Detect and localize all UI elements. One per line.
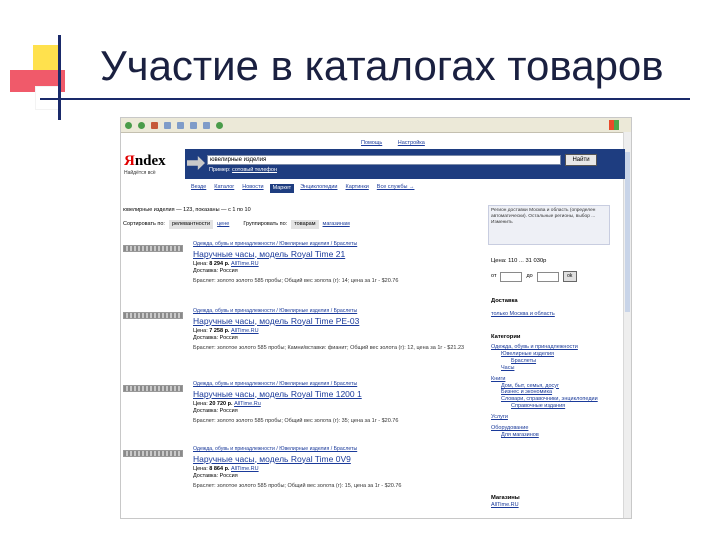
delivery-filter: Доставка только Москва и область [491, 298, 555, 318]
tab-catalog[interactable]: Каталог [212, 184, 236, 193]
shop-link[interactable]: AllTime.RU [231, 328, 259, 334]
decor-vertical-line [58, 35, 61, 120]
product-breadcrumb[interactable]: Одежда, обувь и принадлежности / Ювелирн… [193, 446, 483, 453]
home-icon[interactable] [177, 121, 184, 129]
price-ok-button[interactable]: ok [562, 271, 577, 282]
price-filter-title: Цена: 110 ... 31 030р [491, 258, 547, 264]
example-link[interactable]: сотовый телефон [232, 167, 277, 173]
yandex-logo[interactable]: Яndex [124, 152, 166, 171]
product-thumbnail[interactable] [123, 245, 183, 252]
shop-filter-link[interactable]: AllTime.RU [491, 502, 520, 509]
product-delivery: Доставка: Россия [193, 268, 238, 274]
category-link[interactable]: Бизнес и экономика [491, 389, 598, 396]
product-thumbnail[interactable] [123, 385, 183, 392]
top-links: Помощь Настройка [361, 140, 439, 147]
shop-link[interactable]: AllTime.RU [231, 466, 259, 472]
category-link[interactable]: Браслеты [491, 358, 598, 365]
categories: Категории Одежда, обувь и принадлежности… [491, 334, 598, 439]
price-filter: от до ok [491, 271, 577, 282]
tab-encyclopedias[interactable]: Энциклопедии [298, 184, 339, 193]
product-breadcrumb[interactable]: Одежда, обувь и принадлежности / Ювелирн… [193, 381, 483, 388]
scrollbar[interactable] [623, 132, 631, 518]
stop-icon[interactable] [151, 121, 158, 129]
slide-title: Участие в каталогах товаров [100, 42, 664, 89]
sort-price[interactable]: цене [217, 221, 229, 228]
product-breadcrumb[interactable]: Одежда, обувь и принадлежности / Ювелирн… [193, 241, 483, 248]
forward-icon[interactable] [138, 121, 145, 129]
tab-news[interactable]: Новости [240, 184, 265, 193]
refresh-icon[interactable] [164, 121, 171, 129]
category-link[interactable]: Для магазинов [491, 432, 598, 439]
search-example: Пример: сотовый телефон [209, 167, 278, 173]
product-description: Браслет: золотое золото 585 пробы; Камни… [193, 344, 465, 351]
product-thumbnail[interactable] [123, 450, 183, 457]
product-breadcrumb[interactable]: Одежда, обувь и принадлежности / Ювелирн… [193, 308, 483, 315]
product-price: Цена: 8 864 р. AllTime.RU [193, 466, 259, 473]
group-shops[interactable]: магазинам [323, 221, 350, 228]
decor-horizontal-line [40, 98, 690, 100]
search-bar: ювелирные изделия Найти Пример: сотовый … [185, 149, 625, 179]
category-link[interactable]: Одежда, обувь и принадлежности [491, 344, 598, 351]
browser-toolbar [121, 118, 631, 133]
product-delivery: Доставка: Россия [193, 473, 238, 479]
shop-link[interactable]: AllTime.Ru [234, 401, 261, 407]
tab-all-services[interactable]: Все службы → [375, 184, 417, 193]
category-link[interactable]: Часы [491, 365, 598, 372]
product-title[interactable]: Наручные часы, модель Royal Time РЕ-03 [193, 316, 483, 327]
product-delivery: Доставка: Россия [193, 335, 238, 341]
favorites-icon[interactable] [203, 121, 210, 129]
help-link[interactable]: Помощь [361, 140, 382, 146]
sort-relevance[interactable]: релевантности [168, 220, 214, 229]
region-box: Регион доставки Москва и область (опреде… [488, 205, 610, 245]
browser-screenshot: Помощь Настройка Яndex Найдётся всё ювел… [120, 117, 632, 519]
history-icon[interactable] [216, 121, 223, 129]
service-tabs: Везде Каталог Новости Маркет Энциклопеди… [189, 184, 416, 193]
shops-filter: Магазины AllTime.RU [491, 495, 520, 509]
category-link[interactable]: Услуги [491, 414, 598, 421]
logo-tagline: Найдётся всё [124, 170, 156, 176]
tab-market[interactable]: Маркет [269, 184, 295, 193]
windows-logo-icon [609, 120, 619, 130]
category-link[interactable]: Оборудование [491, 425, 598, 432]
product-title[interactable]: Наручные часы, модель Royal Time 0V9 [193, 454, 483, 465]
product-description: Браслет: золото золото 585 пробы; Общий … [193, 277, 399, 284]
tab-everywhere[interactable]: Везде [189, 184, 208, 193]
settings-link[interactable]: Настройка [398, 140, 425, 146]
product-title[interactable]: Наручные часы, модель Royal Time 21 [193, 249, 483, 260]
product-delivery: Доставка: Россия [193, 408, 238, 414]
price-to-input[interactable] [536, 271, 559, 282]
tab-images[interactable]: Картинки [343, 184, 370, 193]
price-from-input[interactable] [500, 271, 523, 282]
search-input[interactable]: ювелирные изделия [207, 155, 561, 165]
product-price: Цена: 7 258 р. AllTime.RU [193, 328, 259, 335]
product-thumbnail[interactable] [123, 312, 183, 319]
shop-link[interactable]: AllTime.RU [231, 261, 259, 267]
category-link[interactable]: Дом, быт, семья, досуг [491, 383, 598, 390]
product-price: Цена: 8 294 р. AllTime.RU [193, 261, 259, 268]
results-count: ювелирные изделия — 123, показаны — с 1 … [123, 207, 251, 213]
delivery-link[interactable]: только Москва и область [491, 311, 555, 318]
sort-row: Сортировать по: релевантности цене Групп… [123, 220, 350, 229]
group-goods[interactable]: товарам [291, 220, 319, 229]
category-link[interactable]: Книги [491, 376, 598, 383]
decor-yellow-square [33, 45, 61, 73]
category-link[interactable]: Справочные издания [491, 403, 598, 410]
product-description: Браслет: золото золото 585 пробы; Общий … [193, 417, 399, 424]
arrow-icon [187, 156, 205, 170]
scrollbar-thumb[interactable] [625, 152, 630, 312]
product-price: Цена: 20 720 р. AllTime.Ru [193, 401, 261, 408]
search-icon[interactable] [190, 121, 197, 129]
search-button[interactable]: Найти [565, 154, 597, 166]
product-title[interactable]: Наручные часы, модель Royal Time 1200 1 [193, 389, 483, 400]
back-icon[interactable] [125, 121, 132, 129]
category-link[interactable]: Словари, справочники, энциклопедии [491, 396, 598, 403]
category-link[interactable]: Ювелирные изделия [491, 351, 598, 358]
product-description: Браслет: золотое золото 585 пробы; Общий… [193, 482, 402, 489]
